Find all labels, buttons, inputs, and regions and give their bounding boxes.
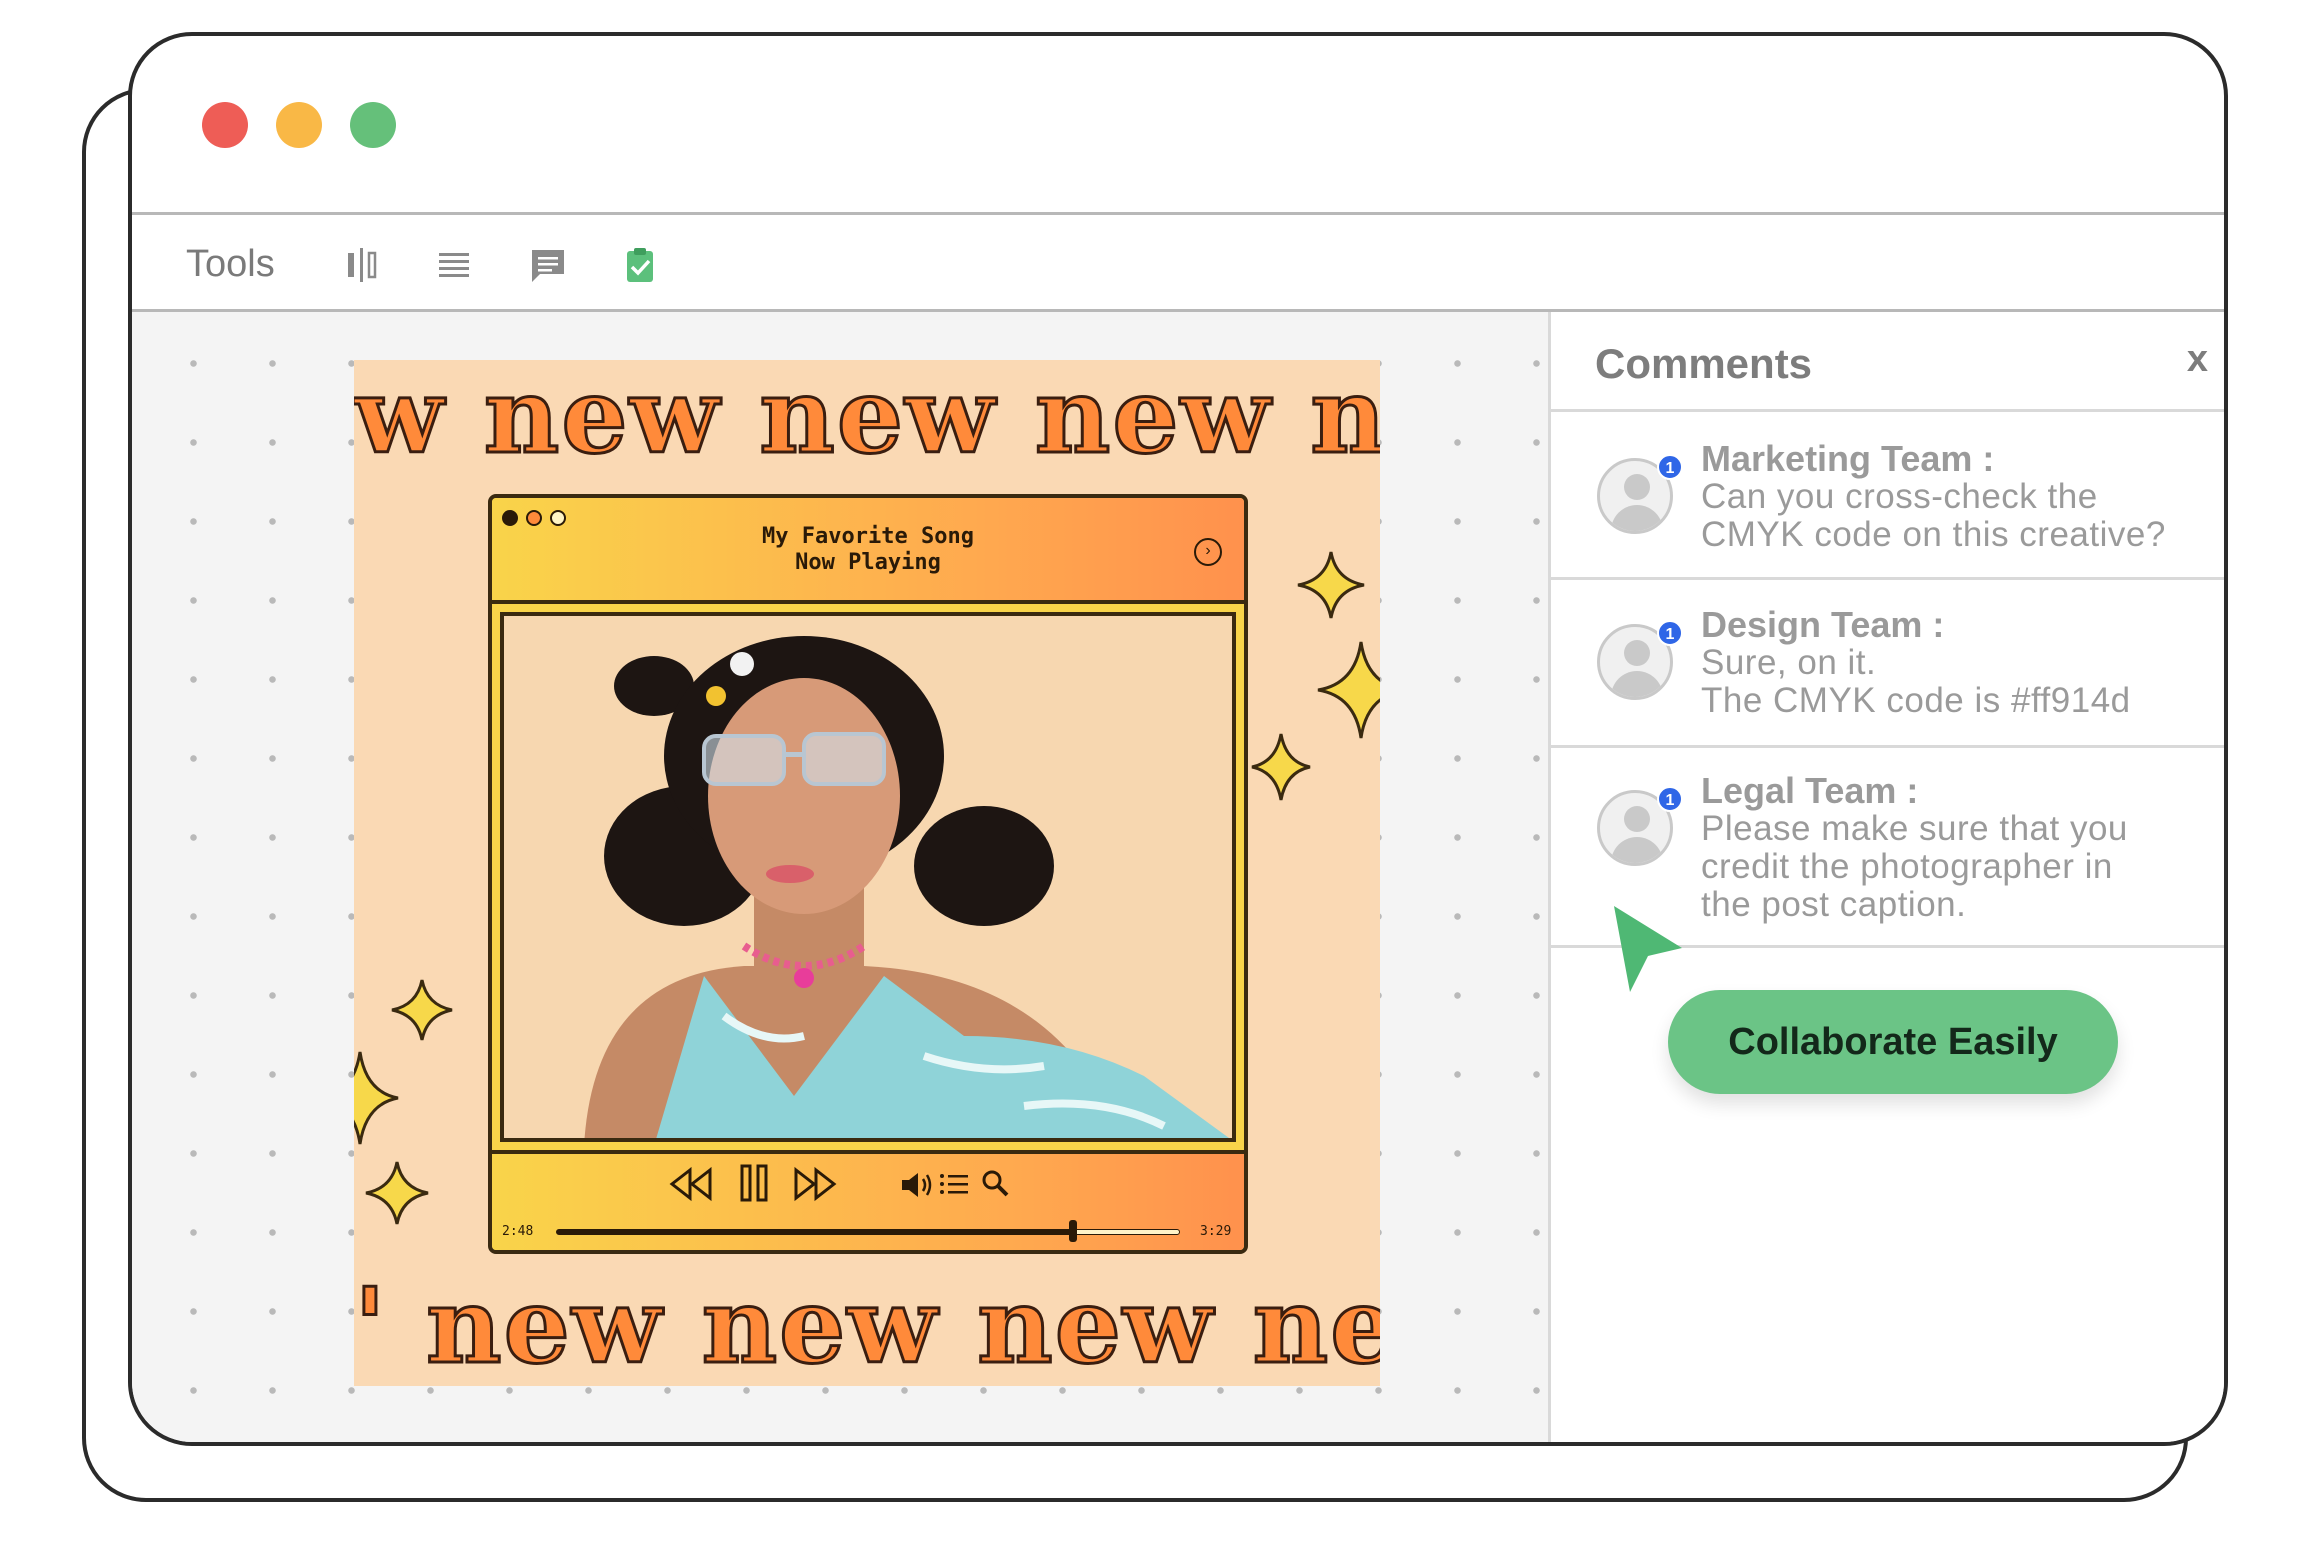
- comments-title: Comments: [1595, 340, 1813, 387]
- title-bar: [132, 36, 2224, 212]
- comment-line: the post caption.: [1701, 885, 1967, 924]
- progress-knob: [1069, 1220, 1078, 1242]
- sparkle-icon: [365, 1161, 429, 1225]
- task-check-icon[interactable]: [620, 245, 660, 285]
- comment-line: The CMYK code is #ff914d: [1701, 681, 2131, 720]
- comment-line: Can you cross-check the: [1701, 477, 2098, 516]
- song-title: My Favorite Song: [762, 524, 974, 549]
- pause-icon: [740, 1164, 768, 1202]
- time-total: 3:29: [1200, 1224, 1232, 1239]
- fast-forward-icon: [794, 1166, 837, 1202]
- notification-badge: 1: [1657, 786, 1683, 812]
- search-icon: [982, 1170, 1009, 1197]
- collaborate-easily-button[interactable]: Collaborate Easily: [1668, 990, 2118, 1094]
- music-player-graphic: My Favorite Song Now Playing › 2:48 3:29: [488, 494, 1248, 1254]
- comment-item[interactable]: 1 Design Team : Sure, on it. The CMYK co…: [1551, 580, 2224, 748]
- comment-text: Can you cross-check the CMYK code on thi…: [1701, 478, 2166, 554]
- progress-fill: [557, 1230, 1074, 1234]
- rewind-icon: [669, 1166, 712, 1202]
- comment-item[interactable]: 1 Marketing Team : Can you cross-check t…: [1551, 412, 2224, 580]
- model-photo: [500, 612, 1236, 1142]
- player-title: My Favorite Song Now Playing: [492, 524, 1244, 576]
- player-header: My Favorite Song Now Playing ›: [492, 498, 1244, 604]
- comments-panel: Comments x 1 Marketing Team : Can you cr…: [1548, 312, 2224, 1442]
- sparkle-icon: [1297, 551, 1365, 619]
- comment-text: Sure, on it. The CMYK code is #ff914d: [1701, 644, 2131, 720]
- comment-icon[interactable]: [528, 245, 568, 285]
- sparkle-icon: [391, 979, 453, 1041]
- cursor-pointer-icon: [1614, 906, 1682, 992]
- sparkle-icon: [1317, 641, 1380, 739]
- next-circle-icon: ›: [1194, 538, 1222, 566]
- toolbar: Tools: [132, 212, 2224, 312]
- comments-header: Comments x: [1551, 312, 2224, 412]
- poster-artboard[interactable]: w new new new ne My Favorite Song Now Pl…: [354, 360, 1380, 1386]
- now-playing-label: Now Playing: [795, 550, 941, 575]
- tools-label: Tools: [186, 243, 275, 285]
- repeat-text-bottom: ' new new new new: [354, 1264, 1380, 1386]
- comment-author: Marketing Team :: [1701, 438, 1995, 479]
- sparkle-icon: [1251, 733, 1311, 801]
- comment-line: CMYK code on this creative?: [1701, 515, 2166, 554]
- align-icon[interactable]: [342, 245, 382, 285]
- design-canvas[interactable]: w new new new ne My Favorite Song Now Pl…: [132, 312, 1548, 1442]
- comment-author: Design Team :: [1701, 604, 1945, 645]
- minimize-window-button[interactable]: [276, 102, 322, 148]
- comment-text: Please make sure that you credit the pho…: [1701, 810, 2128, 924]
- comment-line: credit the photographer in: [1701, 847, 2113, 886]
- close-comments-button[interactable]: x: [2187, 338, 2208, 381]
- comment-line: Sure, on it.: [1701, 643, 1877, 682]
- maximize-window-button[interactable]: [350, 102, 396, 148]
- time-elapsed: 2:48: [502, 1224, 534, 1239]
- volume-icon: [902, 1173, 932, 1197]
- comment-author: Legal Team :: [1701, 770, 1919, 811]
- notification-badge: 1: [1657, 454, 1683, 480]
- player-controls: 2:48 3:29: [492, 1150, 1244, 1250]
- playlist-icon: [940, 1174, 968, 1194]
- progress-track: [556, 1220, 1180, 1242]
- app-window: Tools w new new new ne My Favorite Song …: [128, 32, 2228, 1446]
- comment-line: Please make sure that you: [1701, 809, 2128, 848]
- repeat-text-top: w new new new ne: [354, 360, 1380, 477]
- sparkle-icon: [354, 1051, 399, 1145]
- text-lines-icon[interactable]: [434, 245, 474, 285]
- notification-badge: 1: [1657, 620, 1683, 646]
- close-window-button[interactable]: [202, 102, 248, 148]
